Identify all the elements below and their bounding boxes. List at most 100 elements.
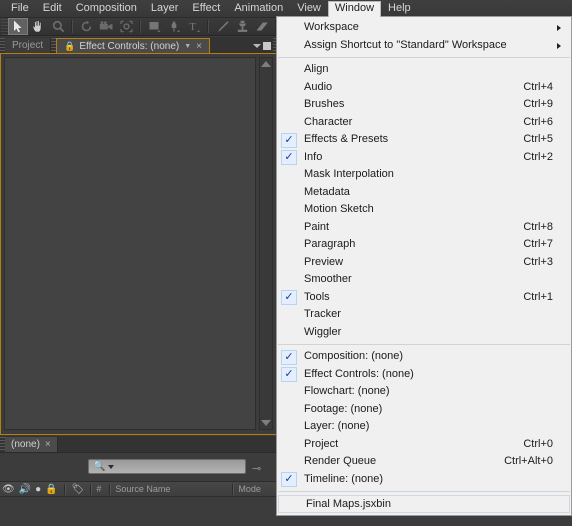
menubar-item-composition[interactable]: Composition xyxy=(69,1,144,17)
panel-menu-button[interactable] xyxy=(251,38,273,53)
menubar-item-animation[interactable]: Animation xyxy=(227,1,290,17)
solo-icon[interactable]: ● xyxy=(35,484,41,495)
menubar-item-effect[interactable]: Effect xyxy=(185,1,227,17)
timeline-search-row: 🔍 ⊸ xyxy=(0,453,278,481)
lock-icon[interactable]: 🔒 xyxy=(64,41,75,52)
column-index[interactable]: # xyxy=(96,484,101,494)
toolbar-grip[interactable] xyxy=(1,18,8,35)
menu-item-mask-interpolation[interactable]: Mask Interpolation xyxy=(277,166,571,184)
menu-item-align[interactable]: Align xyxy=(277,61,571,79)
tabrow-filler xyxy=(210,38,251,53)
svg-text:T: T xyxy=(189,21,196,33)
check-icon: ✓ xyxy=(281,150,297,165)
header-separator-4 xyxy=(232,483,235,495)
menu-item-wiggler[interactable]: Wiggler xyxy=(277,324,571,342)
column-source-name[interactable]: Source Name xyxy=(115,484,170,494)
menubar-item-layer[interactable]: Layer xyxy=(144,1,186,17)
chevron-down-icon[interactable] xyxy=(108,464,115,469)
column-mode[interactable]: Mode xyxy=(238,484,261,494)
menu-item-render-queue[interactable]: Render Queue Ctrl+Alt+0 xyxy=(277,453,571,471)
menu-item-project[interactable]: Project Ctrl+0 xyxy=(277,436,571,454)
shape-tool[interactable] xyxy=(144,18,164,35)
menu-item-brushes[interactable]: Brushes Ctrl+9 xyxy=(277,96,571,114)
menu-item-composition-none[interactable]: ✓ Composition: (none) xyxy=(277,348,571,366)
menu-item-label: Metadata xyxy=(304,185,350,198)
menu-item-motion-sketch[interactable]: Motion Sketch xyxy=(277,201,571,219)
label-tag-icon[interactable]: 🏷 xyxy=(72,484,85,495)
tab-project[interactable]: Project xyxy=(5,38,52,53)
type-tool[interactable]: T xyxy=(184,18,204,35)
menubar-item-file[interactable]: File xyxy=(4,1,36,17)
menu-item-shortcut: Ctrl+2 xyxy=(523,150,553,163)
menu-item-shortcut: Ctrl+4 xyxy=(523,80,553,93)
search-input[interactable]: 🔍 xyxy=(88,459,246,474)
menu-item-timeline-none[interactable]: ✓ Timeline: (none) xyxy=(277,471,571,489)
menu-item-label: Effects & Presets xyxy=(304,133,389,146)
menu-item-workspace[interactable]: Workspace xyxy=(277,19,571,37)
menu-item-flowchart-none[interactable]: Flowchart: (none) xyxy=(277,383,571,401)
chevron-down-icon xyxy=(253,43,261,48)
speaker-icon[interactable]: 🔊 xyxy=(19,484,31,495)
tab-timeline[interactable]: (none) × xyxy=(5,437,58,452)
eye-icon[interactable]: 👁 xyxy=(2,484,15,495)
scroll-up-icon[interactable] xyxy=(261,61,271,67)
menu-item-effects-presets[interactable]: ✓ Effects & Presets Ctrl+5 xyxy=(277,131,571,149)
menu-item-effect-controls-none[interactable]: ✓ Effect Controls: (none) xyxy=(277,366,571,384)
search-icon: 🔍 xyxy=(93,461,106,472)
effect-controls-panel xyxy=(0,53,278,435)
menu-item-preview[interactable]: Preview Ctrl+3 xyxy=(277,254,571,272)
menu-item-label: Mask Interpolation xyxy=(304,168,394,181)
effect-controls-tabrow: Project 🔒 Effect Controls: (none) ▼ × xyxy=(0,37,278,53)
check-icon: ✓ xyxy=(281,349,297,365)
zoom-tool[interactable] xyxy=(48,18,68,35)
close-icon[interactable]: × xyxy=(196,41,202,52)
tab-effect-controls[interactable]: 🔒 Effect Controls: (none) ▼ × xyxy=(56,38,210,53)
menu-item-label: Brushes xyxy=(304,98,345,111)
link-toggle-icon[interactable]: ⊸ xyxy=(252,462,261,475)
menu-item-paint[interactable]: Paint Ctrl+8 xyxy=(277,219,571,237)
camera-tool[interactable] xyxy=(96,18,116,35)
menu-item-label: Align xyxy=(304,63,329,76)
menu-item-final-maps-jsxbin[interactable]: Final Maps.jsxbin xyxy=(278,495,570,513)
menu-item-smoother[interactable]: Smoother xyxy=(277,271,571,289)
menu-item-character[interactable]: Character Ctrl+6 xyxy=(277,114,571,132)
scroll-down-icon[interactable] xyxy=(261,420,271,426)
menu-item-label: Workspace xyxy=(304,21,359,34)
brush-tool[interactable] xyxy=(212,18,232,35)
menu-item-tools[interactable]: ✓ Tools Ctrl+1 xyxy=(277,289,571,307)
chevron-down-icon[interactable]: ▼ xyxy=(184,43,191,50)
tab-effect-controls-label: Effect Controls: (none) xyxy=(79,40,180,52)
menu-item-footage-none[interactable]: Footage: (none) xyxy=(277,401,571,419)
hand-tool[interactable] xyxy=(28,18,48,35)
pan-behind-tool[interactable] xyxy=(116,18,136,35)
menubar-item-help[interactable]: Help xyxy=(381,1,418,17)
menubar-item-edit[interactable]: Edit xyxy=(36,1,69,17)
menu-item-label: Render Queue xyxy=(304,455,377,468)
timeline-layer-rows xyxy=(0,498,278,526)
eraser-tool[interactable] xyxy=(252,18,272,35)
menu-item-label: Tools xyxy=(304,290,330,303)
clone-stamp-tool[interactable] xyxy=(232,18,252,35)
menu-item-label: Effect Controls: (none) xyxy=(304,367,414,380)
check-icon: ✓ xyxy=(281,367,297,382)
selection-tool[interactable] xyxy=(8,18,28,35)
toolbar-separator-2 xyxy=(139,20,141,33)
effect-controls-scrollbar[interactable] xyxy=(259,57,273,430)
menu-item-assign-shortcut-to-standard-workspace[interactable]: Assign Shortcut to "Standard" Workspace xyxy=(277,37,571,55)
menu-item-paragraph[interactable]: Paragraph Ctrl+7 xyxy=(277,236,571,254)
menu-item-audio[interactable]: Audio Ctrl+4 xyxy=(277,79,571,97)
close-icon[interactable]: × xyxy=(45,439,51,450)
menu-item-tracker[interactable]: Tracker xyxy=(277,306,571,324)
lock-icon[interactable]: 🔒 xyxy=(45,484,57,495)
menu-separator xyxy=(278,344,570,345)
panel-menu-icon xyxy=(263,41,271,50)
check-icon: ✓ xyxy=(281,472,297,487)
menu-item-layer-none[interactable]: Layer: (none) xyxy=(277,418,571,436)
window-dropdown-menu: Workspace Assign Shortcut to "Standard" W… xyxy=(276,16,572,516)
pen-tool[interactable] xyxy=(164,18,184,35)
menubar-item-view[interactable]: View xyxy=(290,1,328,17)
menu-item-info[interactable]: ✓ Info Ctrl+2 xyxy=(277,149,571,167)
rotation-tool[interactable] xyxy=(76,18,96,35)
menubar-item-window[interactable]: Window xyxy=(327,0,382,17)
menu-item-metadata[interactable]: Metadata xyxy=(277,184,571,202)
